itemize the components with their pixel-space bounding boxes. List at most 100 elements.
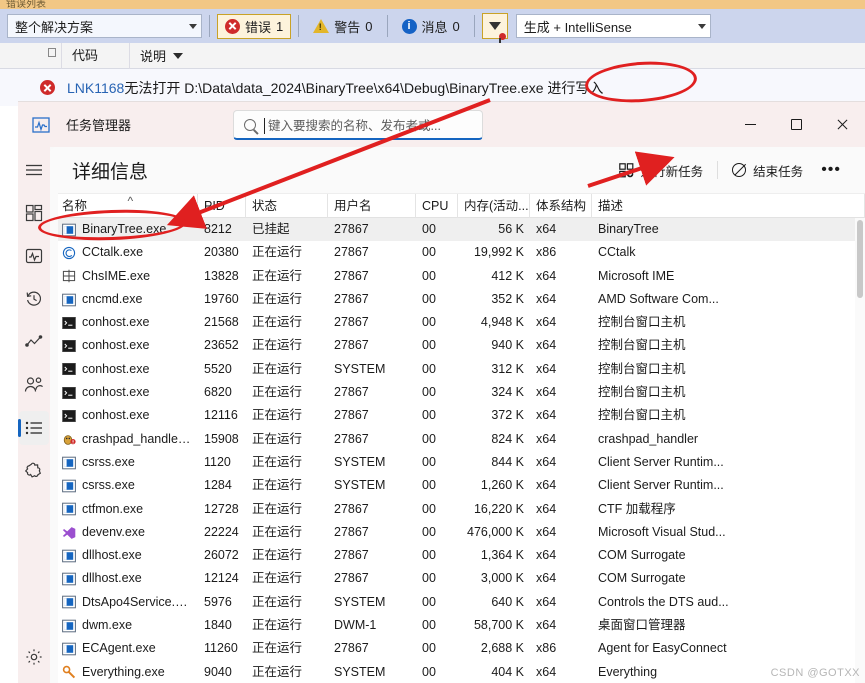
cell-status: 正在运行 (252, 245, 303, 260)
sidebar-item-app-history[interactable] (19, 282, 49, 316)
table-row[interactable]: crashpad_handler.... 15908 正在运行 27867 00 824 … (58, 428, 865, 451)
column-header-description-label: 说明 (140, 49, 167, 64)
process-table: 名称 PID 状态 用户名 CPU 内存(活动... 体系结构 描述 Binar… (58, 193, 865, 683)
cell-status: 正在运行 (252, 338, 303, 353)
cell-name: ChsIME.exe (58, 265, 198, 288)
cell-pid: 26072 (204, 548, 239, 563)
table-row[interactable]: BinaryTree.exe 8212 已挂起 27867 00 56 K x64 Binar… (58, 218, 865, 242)
sidebar-item-services[interactable] (19, 454, 49, 488)
close-button[interactable] (819, 102, 865, 147)
cell-architecture: x86 (536, 245, 557, 260)
table-row[interactable]: dllhost.exe 26072 正在运行 27867 00 1,364 K x64 COM… (58, 544, 865, 567)
sidebar-item-startup-apps[interactable] (19, 325, 49, 359)
cell-cpu: 00 (422, 361, 436, 376)
cell-username: SYSTEM (334, 594, 386, 609)
error-icon (40, 80, 55, 95)
window-controls (727, 102, 865, 147)
cell-description: AMD Software Com... (598, 291, 719, 306)
build-intellisense-selector[interactable]: 生成 + IntelliSense (515, 14, 711, 38)
column-header-memory[interactable]: 内存(活动... (458, 194, 530, 218)
minimize-button[interactable] (727, 102, 773, 147)
more-options-icon[interactable]: ••• (813, 161, 849, 179)
task-manager-title: 任务管理器 (66, 118, 132, 133)
column-header-status[interactable]: 状态 (246, 194, 328, 218)
cell-cpu: 00 (422, 408, 436, 423)
cell-memory: 412 K (491, 268, 524, 283)
end-task-label: 结束任务 (753, 164, 804, 179)
run-new-task-button[interactable]: 运行新任务 (609, 155, 714, 185)
cell-architecture: x64 (536, 385, 557, 400)
process-name: ChsIME.exe (82, 268, 151, 283)
message-count-button[interactable]: i 消息 0 (395, 14, 467, 39)
sidebar-item-menu[interactable] (19, 153, 49, 187)
error-icon (225, 18, 240, 34)
cell-pid: 5976 (204, 594, 232, 609)
table-row[interactable]: conhost.exe 5520 正在运行 SYSTEM 00 312 K x64 控制台窗口… (58, 358, 865, 381)
filter-button[interactable] (481, 13, 508, 43)
table-row[interactable]: conhost.exe 12116 正在运行 27867 00 372 K x64 控制台窗口… (58, 404, 865, 427)
error-count-button[interactable]: 错误 1 (217, 13, 292, 39)
cell-memory: 404 K (491, 664, 524, 679)
table-row[interactable]: cncmd.exe 19760 正在运行 27867 00 352 K x64 AMD Sof… (58, 288, 865, 311)
cell-cpu: 00 (422, 571, 436, 586)
maximize-button[interactable] (773, 102, 819, 147)
cell-pid: 12124 (204, 571, 239, 586)
cell-status: 正在运行 (252, 454, 303, 469)
sidebar-item-processes[interactable] (19, 196, 49, 230)
search-input[interactable]: 键入要搜索的名称、发布者或... (233, 110, 483, 140)
column-header-name[interactable]: 名称 (58, 194, 198, 218)
cell-memory: 1,364 K (480, 548, 524, 563)
sidebar-item-settings[interactable] (19, 640, 49, 674)
table-row[interactable]: conhost.exe 6820 正在运行 27867 00 324 K x64 控制台窗口主… (58, 381, 865, 404)
table-row[interactable]: ctfmon.exe 12728 正在运行 27867 00 16,220 K x64 CTF… (58, 498, 865, 521)
cell-pid: 15908 (204, 431, 239, 446)
warning-count-button[interactable]: 警告 0 (306, 14, 379, 39)
cell-username: 27867 (334, 501, 369, 516)
cell-status: 正在运行 (252, 268, 303, 283)
cell-status: 正在运行 (252, 641, 303, 656)
table-row[interactable]: conhost.exe 21568 正在运行 27867 00 4,948 K x64 控制台… (58, 311, 865, 334)
sidebar-item-details[interactable] (18, 411, 49, 445)
column-header-architecture[interactable]: 体系结构 (530, 194, 592, 218)
table-row[interactable]: ChsIME.exe 13828 正在运行 27867 00 412 K x64 Micros… (58, 265, 865, 288)
message-count-label: 消息 (421, 19, 448, 35)
cell-pid: 1840 (204, 618, 232, 633)
cell-username: 27867 (334, 571, 369, 586)
cell-architecture: x64 (536, 315, 557, 330)
cell-username: SYSTEM (334, 664, 386, 679)
table-row[interactable]: dllhost.exe 12124 正在运行 27867 00 3,000 K x64 COM… (58, 567, 865, 590)
scope-selector[interactable]: 整个解决方案 (7, 14, 202, 38)
cell-pid: 13828 (204, 268, 239, 283)
vertical-scrollbar[interactable] (855, 218, 865, 683)
cell-description: 控制台窗口主机 (598, 361, 686, 376)
warning-icon (313, 19, 330, 33)
table-row[interactable]: Everything.exe 9040 正在运行 SYSTEM 00 404 Kx64 Ev… (58, 661, 865, 683)
sidebar-item-users[interactable] (19, 368, 49, 402)
column-header-description[interactable]: 描述 (592, 194, 865, 218)
cell-username: SYSTEM (334, 478, 386, 493)
end-task-button[interactable]: 结束任务 (722, 155, 813, 185)
column-header-description[interactable]: 说明 (130, 46, 184, 65)
column-header-username[interactable]: 用户名 (328, 194, 416, 218)
window-blue-icon (62, 642, 76, 656)
table-row[interactable]: csrss.exe 1120 正在运行 SYSTEM 00 844 K x64 Client … (58, 451, 865, 474)
message-count-value: 0 (452, 18, 460, 34)
table-row[interactable]: dwm.exe 1840 正在运行 DWM-1 00 58,700 K x64 桌面窗口管理器 (58, 614, 865, 637)
table-row[interactable]: CCtalk.exe 20380 正在运行 27867 00 19,992 K x86 CCt… (58, 241, 865, 264)
column-header-pid[interactable]: PID (198, 194, 246, 218)
sidebar-item-performance[interactable] (19, 239, 49, 273)
table-row[interactable]: devenv.exe 22224 正在运行 27867 00 476,000 K x64 Mi… (58, 521, 865, 544)
column-header-code[interactable]: 代码 (62, 42, 130, 69)
cell-username: 27867 (334, 431, 369, 446)
cell-architecture: x64 (536, 338, 557, 353)
table-row[interactable]: ECAgent.exe 11260 正在运行 27867 00 2,688 K x86 Age… (58, 637, 865, 660)
scrollbar-thumb[interactable] (857, 220, 863, 298)
cell-cpu: 00 (422, 454, 436, 469)
watermark: CSDN @GOTXX (770, 667, 860, 679)
process-name: conhost.exe (82, 385, 150, 400)
cell-pid: 21568 (204, 315, 239, 330)
column-header-cpu[interactable]: CPU (416, 194, 458, 218)
table-row[interactable]: conhost.exe 23652 正在运行 27867 00 940 K x64 控制台窗口… (58, 334, 865, 357)
table-row[interactable]: DtsApo4Service.exe 5976 正在运行 SYSTEM 00 640 K x… (58, 591, 865, 614)
table-row[interactable]: csrss.exe 1284 正在运行 SYSTEM 00 1,260 K x64 Clien… (58, 474, 865, 497)
